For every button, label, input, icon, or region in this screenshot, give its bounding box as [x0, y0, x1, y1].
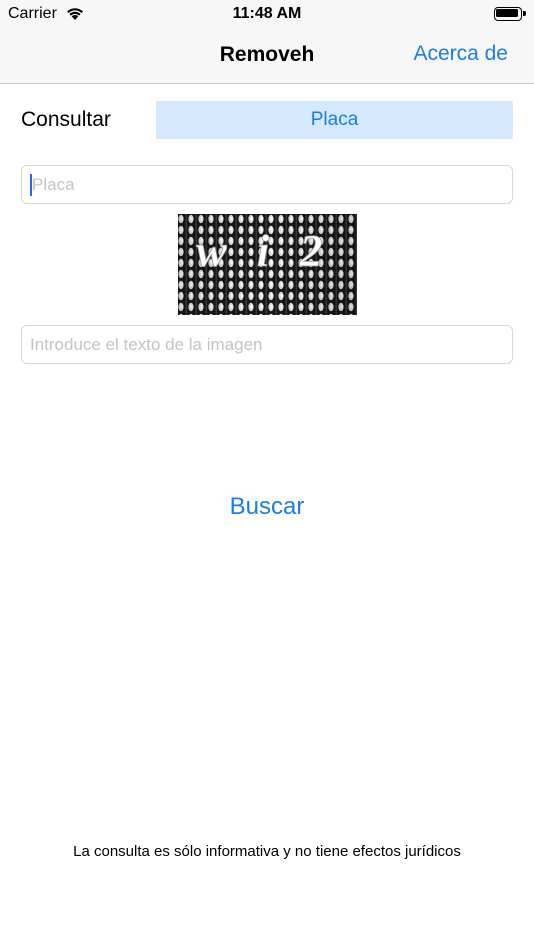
disclaimer-text: La consulta es sólo informativa y no tie… — [73, 843, 461, 860]
segment-placa[interactable]: Placa — [156, 101, 513, 139]
captcha-input[interactable]: Introduce el texto de la imagen — [21, 325, 513, 364]
captcha-input-placeholder: Introduce el texto de la imagen — [30, 334, 263, 354]
navigation-bar: Removeh Acerca de — [0, 28, 534, 84]
plate-input[interactable]: Placa — [21, 165, 513, 204]
about-button[interactable]: Acerca de — [413, 42, 508, 66]
consultar-label: Consultar — [21, 108, 111, 131]
status-bar: Carrier 11:48 AM — [0, 0, 534, 28]
battery-icon — [494, 7, 526, 21]
segment-placa-label: Placa — [310, 109, 359, 130]
captcha-image: wi2 — [178, 214, 357, 315]
captcha-text: wi2 — [196, 225, 352, 276]
status-time: 11:48 AM — [232, 5, 302, 22]
search-button[interactable]: Buscar — [0, 493, 534, 521]
plate-input-placeholder: Placa — [32, 174, 75, 194]
